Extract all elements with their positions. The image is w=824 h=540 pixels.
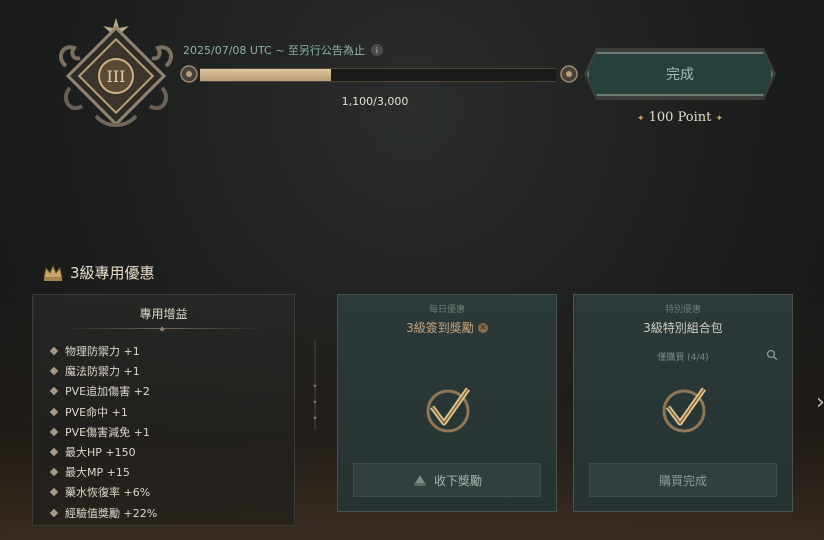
perk-item: 經驗值獎勵 +22% [49,503,294,523]
diamond-bullet-icon [49,387,59,396]
daily-reward-card: 每日優惠 3級簽到獎勵 ✕ 收下獎勵 [337,294,557,512]
diamond-bullet-icon [49,467,59,477]
claim-reward-button[interactable]: 收下獎勵 [353,463,541,497]
svg-text:✦: ✦ [312,383,317,390]
perk-item: PVE追加傷害 +2 [49,381,294,401]
svg-text:✦: ✦ [312,415,317,422]
gift-icon [413,475,426,486]
scrollbar[interactable]: ✦ ✦ ✦ [310,340,320,430]
special-package-card: 特別優惠 3級特別組合包 僅購買 (4/4) 購買完成 [573,294,793,512]
divider: ◆ [63,325,264,333]
perk-list: 物理防禦力 +1 魔法防禦力 +1 PVE追加傷害 +2 PVE命中 +1 PV… [33,341,294,523]
checkmark-icon [426,387,471,433]
perk-text: 魔法防禦力 +1 [65,365,140,379]
perk-text: 藥水恢復率 +6% [65,486,151,500]
perk-text: PVE追加傷害 +2 [65,385,150,399]
progress-text: 1,100/3,000 [341,95,409,108]
info-badge-icon[interactable]: ✕ [477,322,488,333]
card-title-text: 3級簽到獎勵 [406,321,474,335]
diamond-bullet-icon [49,508,59,517]
section-title-text: 3級專用優惠 [70,264,155,282]
star-icon: ✦ [636,114,645,124]
perk-item: 最大HP +150 [49,442,294,462]
perk-text: 物理防禦力 +1 [65,345,140,359]
perk-item: PVE命中 +1 [49,402,294,422]
diamond-bullet-icon [49,367,59,376]
perk-text: 經驗值獎勵 +22% [65,506,158,520]
card-title: 3級特別組合包 [643,321,723,335]
perk-text: PVE傷害減免 +1 [65,425,150,439]
complete-button[interactable]: 完成 [587,52,773,96]
next-arrow-icon[interactable]: › [816,390,824,420]
perks-panel: 專用增益 ◆ 物理防禦力 +1 魔法防禦力 +1 PVE追加傷害 +2 PVE命… [32,294,295,526]
progress-track [200,68,556,82]
points-text: 100 Point [648,110,712,125]
event-period: 2025/07/08 UTC ~ 至另行公告為止 i [183,42,383,58]
crown-icon [43,264,63,281]
bar-right-ornament-icon [560,65,578,83]
perks-heading: 專用增益 [139,307,188,321]
star-icon: ✦ [715,114,724,124]
points-reward: ✦ 100 Point ✦ [620,110,740,125]
perk-text: 最大MP +15 [65,466,130,480]
perk-item: 物理防禦力 +1 [49,341,294,361]
rank-numeral: III [107,67,126,86]
checkmark-icon [662,387,707,433]
card-label: 每日優惠 [428,305,465,315]
svg-text:✦: ✦ [312,399,317,406]
diamond-bullet-icon [49,346,59,356]
bar-left-ornament-icon [180,65,198,83]
perk-item: 藥水恢復率 +6% [49,482,294,502]
divider-ornament-icon: ◆ [159,325,165,333]
progress-fill [200,69,331,81]
button-label: 收下獎勵 [433,473,482,488]
progress-bar [178,63,580,85]
card-title: 3級簽到獎勵 ✕ [338,319,556,336]
purchase-complete-button[interactable]: 購買完成 [589,463,777,497]
diamond-bullet-icon [49,427,59,437]
event-date-text: 2025/07/08 UTC ~ 至另行公告為止 [183,44,365,57]
zoom-icon[interactable] [766,349,778,361]
perk-item: 最大MP +15 [49,462,294,482]
perk-item: 魔法防禦力 +1 [49,361,294,381]
diamond-bullet-icon [49,488,59,497]
diamond-bullet-icon [49,407,59,416]
info-icon[interactable]: i [370,44,383,56]
rank-emblem-icon: III [58,18,174,127]
purchase-limit-text: 僅購買 (4/4) [657,353,709,363]
perk-text: PVE命中 +1 [65,405,128,419]
diamond-bullet-icon [49,447,59,457]
section-title: 3級專用優惠 [42,262,155,283]
perk-item: PVE傷害減免 +1 [49,422,294,442]
card-label: 特別優惠 [664,305,701,315]
perk-text: 最大HP +150 [65,446,136,460]
